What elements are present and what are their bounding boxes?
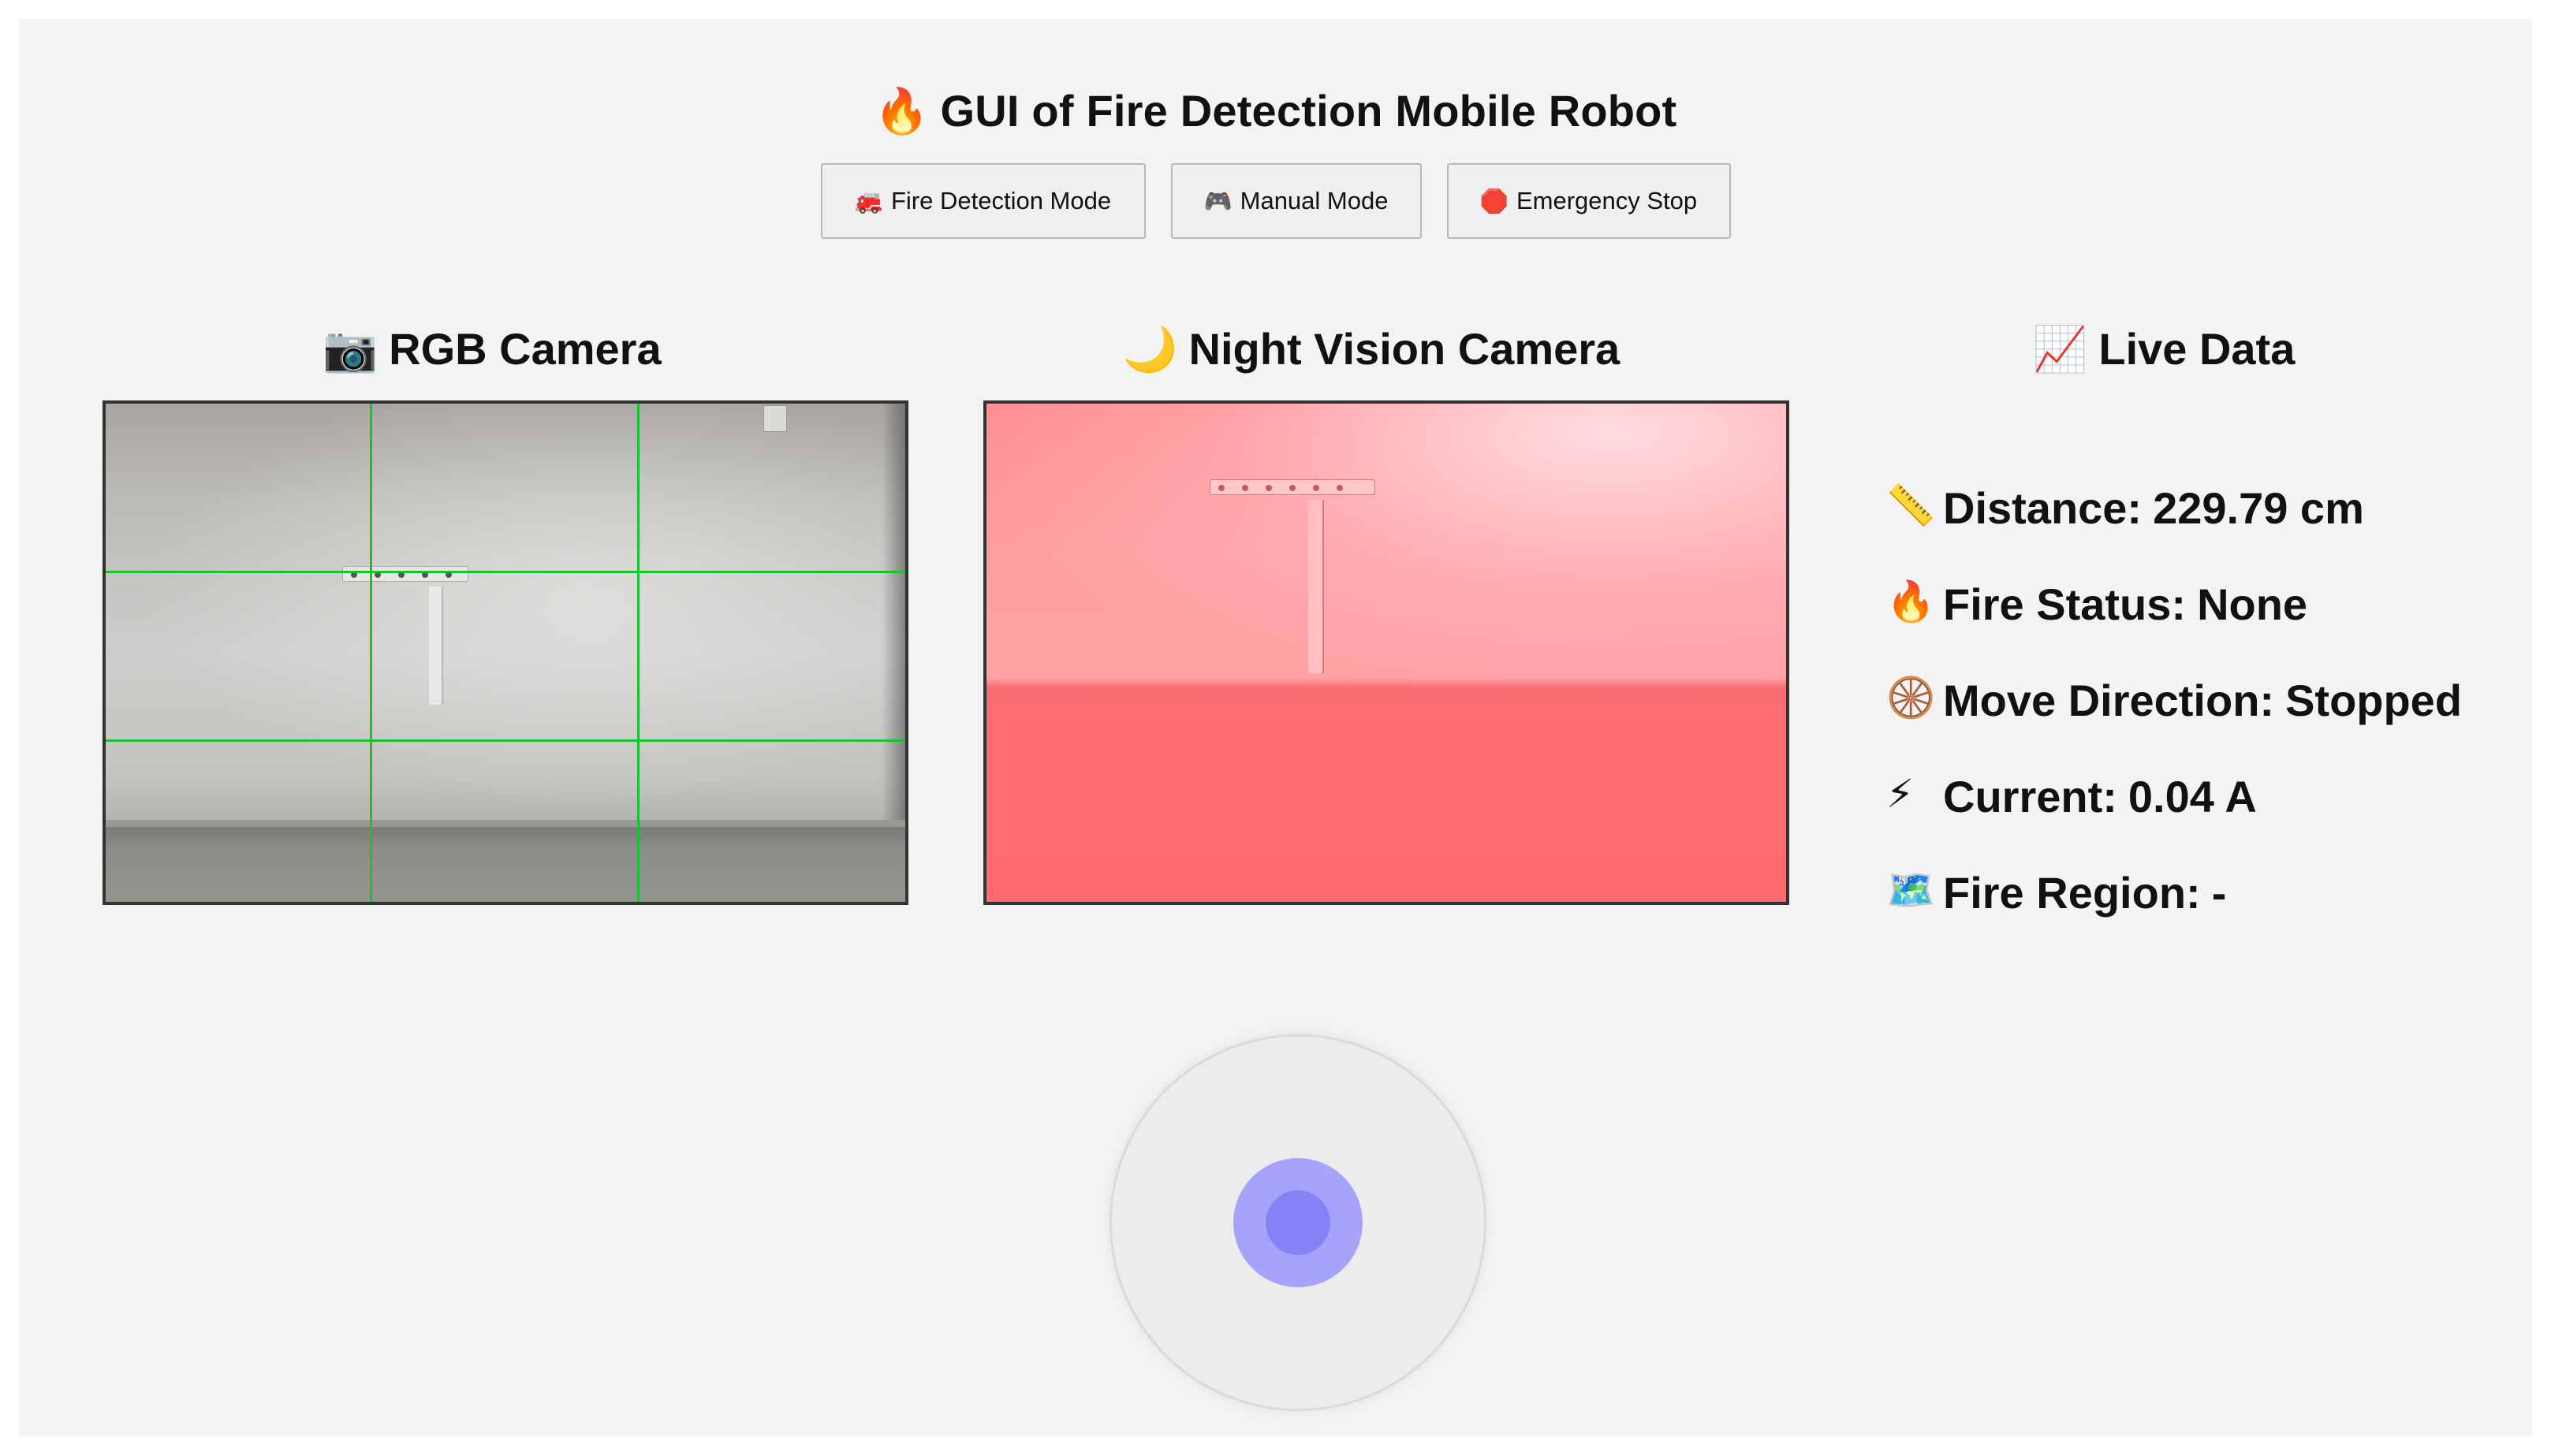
wall-outlet [763,405,787,432]
page-title: 🔥 GUI of Fire Detection Mobile Robot [874,86,1677,137]
night-vision-camera-feed [983,400,1789,905]
fire-icon: 🔥 [1886,579,1936,624]
moon-icon: 🌙 [1122,324,1178,375]
map-icon: 🗺️ [1886,867,1936,913]
gamepad-icon: 🎮 [1203,187,1233,214]
rgb-camera-heading: 📷 RGB Camera [323,324,662,375]
power-strip [342,566,468,582]
distance-reading: 📏 Distance: 229.79 cm [1886,482,2364,533]
fire-icon: 🔥 [874,86,930,137]
fire-status-reading: 🔥 Fire Status: None [1886,579,2308,629]
stop-sign-icon: 🛑 [1479,187,1509,214]
fire-region-reading: 🗺️ Fire Region: - [1886,867,2227,918]
fire-truck-icon: 🚒 [854,187,883,214]
manual-mode-button[interactable]: 🎮 Manual Mode [1170,163,1422,239]
wheel-icon: 🛞 [1886,675,1936,721]
joystick-knob[interactable] [1233,1158,1363,1287]
ruler-icon: 📏 [1886,482,1936,528]
rgb-camera-feed [103,400,908,905]
live-data-heading: 📈 Live Data [2032,324,2296,375]
fire-detection-mode-button[interactable]: 🚒 Fire Detection Mode [820,163,1146,239]
camera-icon: 📷 [323,324,379,375]
current-reading: ⚡ Current: 0.04 A [1886,771,2257,821]
grid-line-horizontal [106,739,905,742]
app-window: 🔥 GUI of Fire Detection Mobile Robot 🚒 Fi… [19,19,2532,1436]
joystick-knob-center[interactable] [1266,1190,1330,1255]
night-camera-heading: 🌙 Night Vision Camera [1122,324,1620,375]
mode-button-bar: 🚒 Fire Detection Mode 🎮 Manual Mode 🛑 Em… [19,163,2532,239]
power-strip [1210,479,1375,495]
lightning-icon: ⚡ [1886,771,1915,817]
joystick-base[interactable] [1110,1034,1486,1411]
chart-icon: 📈 [2032,324,2088,375]
live-data-panel: 📏 Distance: 229.79 cm 🔥 Fire Status: Non… [1886,482,2533,963]
grid-line-vertical [637,404,640,902]
move-direction-reading: 🛞 Move Direction: Stopped [1886,675,2463,725]
grid-line-horizontal [106,571,905,573]
grid-line-vertical [370,404,372,902]
wall-pipe [429,586,443,705]
emergency-stop-button[interactable]: 🛑 Emergency Stop [1446,163,1731,239]
floor [106,827,905,902]
wall-pipe [1308,500,1324,673]
